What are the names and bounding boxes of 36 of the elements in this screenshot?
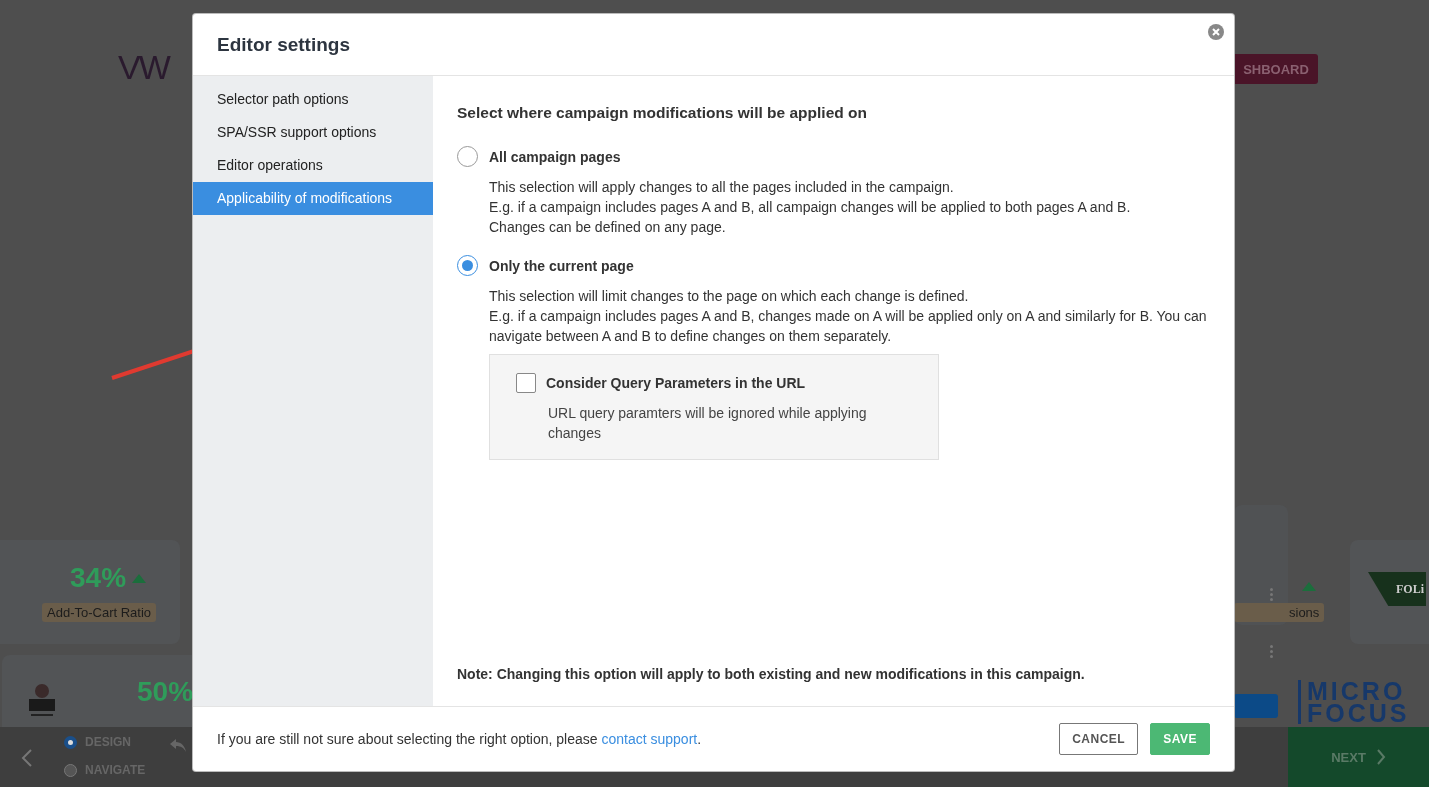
- metric-label: sions: [1234, 603, 1325, 622]
- sidebar-item[interactable]: Applicability of modifications: [193, 182, 433, 215]
- brand-logo: MICRO FOCUS: [1298, 680, 1427, 724]
- option-description: URL query paramters will be ignored while applying changes: [548, 404, 868, 443]
- save-button[interactable]: SAVE: [1150, 723, 1210, 755]
- close-icon[interactable]: [1208, 24, 1224, 40]
- action-button[interactable]: [1234, 694, 1278, 718]
- help-text: If you are still not sure about selecting the right option, please contact support.: [217, 731, 703, 747]
- note-text: Note: Changing this option will apply to both existing and new modifications in this campaign.: [457, 666, 1086, 682]
- metric-value: 50%: [137, 676, 194, 708]
- chevron-right-icon: [1375, 748, 1386, 766]
- more-icon[interactable]: [1270, 645, 1273, 658]
- dashboard-button[interactable]: SHBOARD: [1234, 54, 1318, 84]
- hotel-logo-icon: [26, 683, 58, 719]
- option-label: All campaign pages: [489, 148, 621, 165]
- up-triangle-icon: [132, 573, 147, 583]
- radio-button[interactable]: [457, 255, 478, 276]
- sidebar-item[interactable]: Editor operations: [193, 149, 433, 182]
- undo-icon[interactable]: [168, 737, 188, 753]
- option-label: Only the current page: [489, 257, 634, 274]
- dialog-title: Editor settings: [217, 33, 350, 56]
- option-description: This selection will apply changes to all the pages included in the campaign. E.g. if a campaign includes pages A and B, all campaign changes will be applied to both pages A and B. Changes can be defined on any page.: [489, 178, 1132, 237]
- checkbox[interactable]: [516, 373, 536, 393]
- metric-value: 34%: [70, 562, 127, 594]
- sidebar-item[interactable]: Selector path options: [193, 83, 433, 116]
- more-icon[interactable]: [1270, 588, 1273, 601]
- section-heading: Select where campaign modifications will be applied on: [457, 104, 868, 122]
- option-description: This selection will limit changes to the page on which each change is defined. E.g. if a campaign includes pages A and B, changes made on A will be applied only on A and similarly for B. You can navigate between A and B to define changes on them separately.: [489, 287, 1208, 346]
- sidebar-item[interactable]: SPA/SSR support options: [193, 116, 433, 149]
- chevron-left-icon[interactable]: [20, 748, 34, 768]
- checkbox-label: Consider Query Parameters in the URL: [546, 375, 806, 391]
- up-triangle-icon: [1302, 582, 1316, 591]
- next-button[interactable]: NEXT: [1288, 727, 1429, 787]
- metric-label: Add-To-Cart Ratio: [42, 603, 157, 622]
- radio-button[interactable]: [457, 146, 478, 167]
- cancel-button[interactable]: CANCEL: [1059, 723, 1139, 755]
